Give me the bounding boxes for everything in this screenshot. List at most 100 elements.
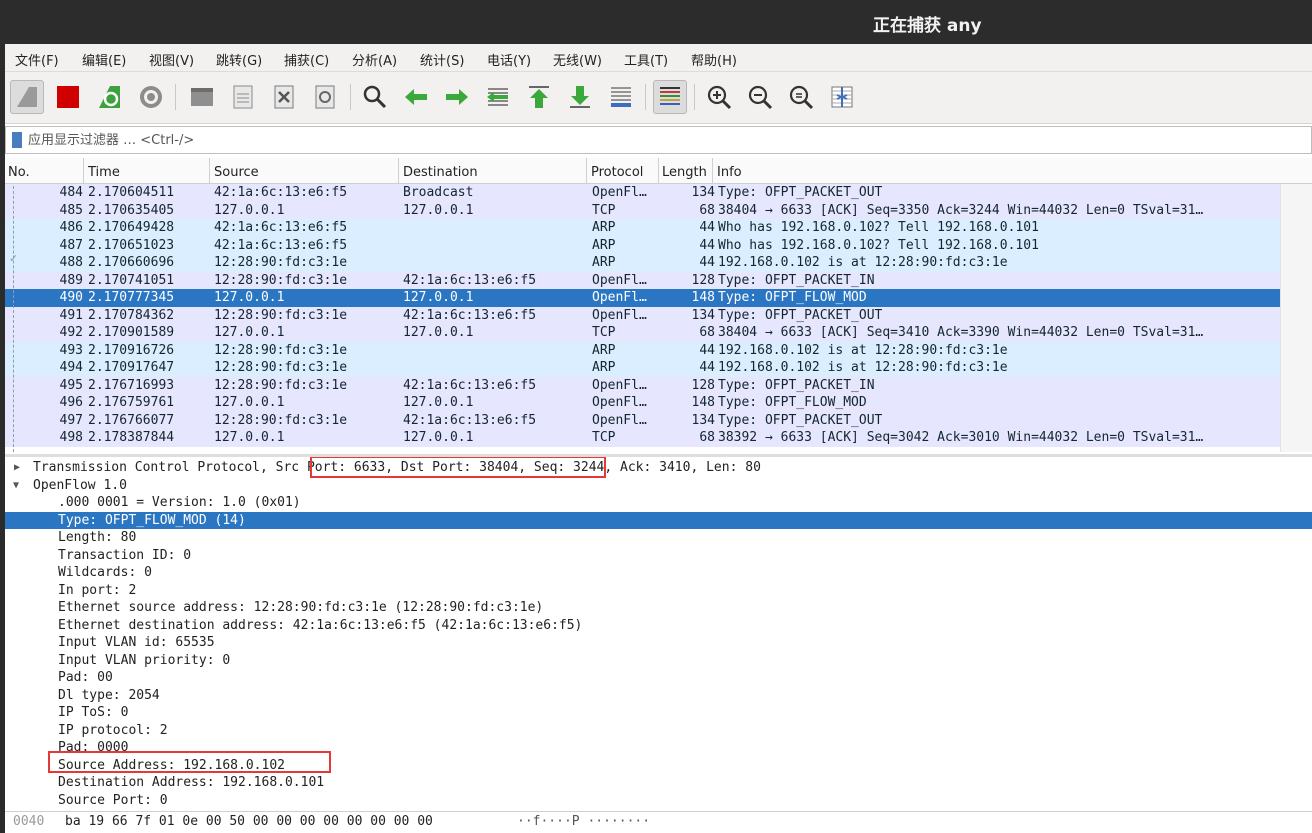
openflow-field[interactable]: Type: OFPT_FLOW_MOD (14) xyxy=(5,511,1312,529)
go-back-icon[interactable] xyxy=(399,80,433,114)
tree-item-tcp[interactable]: ▶ Transmission Control Protocol, Src Por… xyxy=(5,459,1312,477)
packet-no: 495 xyxy=(59,377,83,393)
auto-scroll-icon[interactable] xyxy=(604,80,638,114)
filter-bookmark-icon[interactable] xyxy=(12,132,22,148)
go-to-packet-icon[interactable] xyxy=(481,80,515,114)
col-header-destination[interactable]: Destination xyxy=(403,165,478,180)
openflow-field[interactable]: Ethernet destination address: 42:1a:6c:1… xyxy=(5,617,1312,635)
capture-options-gear-icon[interactable] xyxy=(134,80,168,114)
stop-capture-icon[interactable] xyxy=(51,80,85,114)
reload-file-icon[interactable] xyxy=(308,80,342,114)
packet-protocol: OpenFl… xyxy=(592,185,647,200)
packet-row[interactable]: 497 2.176766077 12:28:90:fd:c3:1e 42:1a:6c:… xyxy=(5,411,1280,429)
packet-length: 68 xyxy=(699,202,715,218)
packet-row[interactable]: 489 2.170741051 12:28:90:fd:c3:1e 42:1a:6c:… xyxy=(5,271,1280,289)
packet-info: 192.168.0.102 is at 12:28:90:fd:c3:1e xyxy=(718,342,1008,358)
packet-list-scrollbar[interactable] xyxy=(1280,184,1312,452)
hex-ascii[interactable]: ··f····P ········ xyxy=(517,812,650,832)
packet-source: 42:1a:6c:13:e6:f5 xyxy=(214,185,348,200)
packet-row[interactable]: 498 2.178387844 127.0.0.1 127.0.0.1 TCP 68 383… xyxy=(5,429,1280,447)
openflow-field-text: Wildcards: 0 xyxy=(58,565,152,580)
col-header-length[interactable]: Length xyxy=(662,165,707,180)
packet-source: 12:28:90:fd:c3:1e xyxy=(214,272,348,288)
col-header-info[interactable]: Info xyxy=(717,165,742,180)
open-file-icon[interactable] xyxy=(185,80,219,114)
packet-destination: 42:1a:6c:13:e6:f5 xyxy=(403,307,537,323)
openflow-field[interactable]: In port: 2 xyxy=(5,582,1312,600)
col-header-source[interactable]: Source xyxy=(214,165,259,180)
packet-no: 492 xyxy=(59,325,83,340)
packet-time: 2.170917647 xyxy=(88,360,175,375)
window-title: 正在捕获 any xyxy=(873,16,982,36)
menu-statistics[interactable]: 统计(S) xyxy=(420,50,464,69)
col-header-time[interactable]: Time xyxy=(88,165,120,180)
packet-row[interactable]: 485 2.170635405 127.0.0.1 127.0.0.1 TCP 68 384… xyxy=(5,201,1280,219)
openflow-field[interactable]: Input VLAN id: 65535 xyxy=(5,634,1312,652)
col-header-protocol[interactable]: Protocol xyxy=(591,165,643,180)
zoom-out-icon[interactable] xyxy=(743,80,777,114)
openflow-field[interactable]: Source Port: 0 xyxy=(5,792,1312,810)
menu-wireless[interactable]: 无线(W) xyxy=(553,50,602,69)
go-last-packet-icon[interactable] xyxy=(563,80,597,114)
openflow-field[interactable]: Destination Address: 192.168.0.101 xyxy=(5,774,1312,792)
packet-row[interactable]: 490 2.170777345 127.0.0.1 127.0.0.1 OpenFl… 1… xyxy=(5,289,1280,307)
zoom-in-icon[interactable] xyxy=(702,80,736,114)
packet-no: 489 xyxy=(59,272,83,288)
openflow-field[interactable]: Pad: 00 xyxy=(5,669,1312,687)
close-file-icon[interactable] xyxy=(267,80,301,114)
menu-edit[interactable]: 编辑(E) xyxy=(82,50,126,69)
packet-time: 2.170741051 xyxy=(88,272,175,288)
openflow-field[interactable]: IP ToS: 0 xyxy=(5,704,1312,722)
display-filter-input[interactable] xyxy=(28,129,1298,151)
openflow-field[interactable]: .000 0001 = Version: 1.0 (0x01) xyxy=(5,494,1312,512)
go-forward-icon[interactable] xyxy=(440,80,474,114)
packet-list-header: No. Time Source Destination Protocol Len… xyxy=(5,158,1312,184)
packet-source: 127.0.0.1 xyxy=(214,202,285,218)
openflow-field[interactable]: Transaction ID: 0 xyxy=(5,547,1312,565)
packet-row[interactable]: 492 2.170901589 127.0.0.1 127.0.0.1 TCP 68 384… xyxy=(5,324,1280,342)
restart-capture-icon[interactable] xyxy=(93,80,127,114)
openflow-field[interactable]: Wildcards: 0 xyxy=(5,564,1312,582)
packet-source: 42:1a:6c:13:e6:f5 xyxy=(214,237,348,253)
hex-bytes[interactable]: ba 19 66 7f 01 0e 00 50 00 00 00 00 00 0… xyxy=(65,812,433,832)
tree-item-openflow[interactable]: ▼ OpenFlow 1.0 xyxy=(5,477,1312,495)
go-first-packet-icon[interactable] xyxy=(522,80,556,114)
openflow-field[interactable]: Dl type: 2054 xyxy=(5,687,1312,705)
menu-go[interactable]: 跳转(G) xyxy=(216,50,262,69)
menu-capture[interactable]: 捕获(C) xyxy=(284,50,329,69)
packet-row[interactable]: 487 2.170651023 42:1a:6c:13:e6:f5 ARP 44 Who … xyxy=(5,236,1280,254)
collapse-arrow-icon[interactable]: ▼ xyxy=(13,477,19,495)
packet-source: 12:28:90:fd:c3:1e xyxy=(214,255,348,270)
openflow-field[interactable]: Input VLAN priority: 0 xyxy=(5,652,1312,670)
packet-info: Type: OFPT_PACKET_IN xyxy=(718,377,875,393)
packet-no: 484 xyxy=(59,185,83,200)
packet-row[interactable]: 491 2.170784362 12:28:90:fd:c3:1e 42:1a:6c:… xyxy=(5,306,1280,324)
packet-row[interactable]: 486 2.170649428 42:1a:6c:13:e6:f5 ARP 44 Who … xyxy=(5,219,1280,237)
packet-row[interactable]: 494 2.170917647 12:28:90:fd:c3:1e ARP 44 192.… xyxy=(5,359,1280,377)
expand-arrow-icon[interactable]: ▶ xyxy=(14,459,20,477)
window-titlebar: 正在捕获 any xyxy=(0,0,1312,44)
packet-row[interactable]: 484 2.170604511 42:1a:6c:13:e6:f5 Broadcast… xyxy=(5,184,1280,202)
openflow-field[interactable]: Ethernet source address: 12:28:90:fd:c3:… xyxy=(5,599,1312,617)
menu-view[interactable]: 视图(V) xyxy=(149,50,194,69)
packet-no: 485 xyxy=(59,202,83,218)
colorize-icon[interactable] xyxy=(653,80,687,114)
packet-no: 491 xyxy=(59,307,83,323)
menu-telephony[interactable]: 电话(Y) xyxy=(487,50,531,69)
find-packet-icon[interactable] xyxy=(358,80,392,114)
packet-row[interactable]: 496 2.176759761 127.0.0.1 127.0.0.1 OpenFl… 1… xyxy=(5,394,1280,412)
save-file-icon[interactable] xyxy=(226,80,260,114)
menu-file[interactable]: 文件(F) xyxy=(15,50,59,69)
packet-row[interactable]: 493 2.170916726 12:28:90:fd:c3:1e ARP 44 192.… xyxy=(5,341,1280,359)
resize-columns-icon[interactable] xyxy=(825,80,859,114)
shark-fin-start-icon[interactable] xyxy=(10,80,44,114)
normal-size-icon[interactable] xyxy=(784,80,818,114)
packet-row[interactable]: 495 2.176716993 12:28:90:fd:c3:1e 42:1a:6c:… xyxy=(5,376,1280,394)
menu-help[interactable]: 帮助(H) xyxy=(691,50,737,69)
openflow-field[interactable]: IP protocol: 2 xyxy=(5,722,1312,740)
col-header-no[interactable]: No. xyxy=(8,165,30,180)
packet-row[interactable]: 488 2.170660696 12:28:90:fd:c3:1e ARP 44 192.… xyxy=(5,254,1280,272)
openflow-field[interactable]: Length: 80 xyxy=(5,529,1312,547)
menu-tools[interactable]: 工具(T) xyxy=(624,50,668,69)
menu-analyze[interactable]: 分析(A) xyxy=(352,50,397,69)
